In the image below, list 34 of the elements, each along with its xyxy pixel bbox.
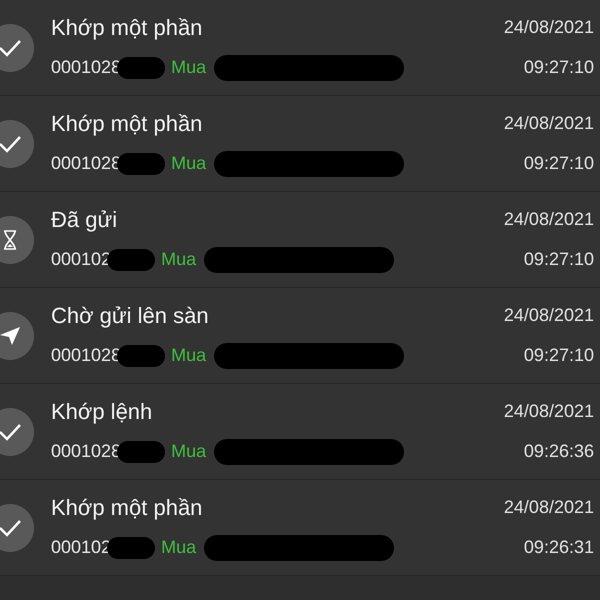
order-status: Chờ gửi lên sàn bbox=[51, 302, 209, 328]
order-status: Khớp một phần bbox=[51, 494, 202, 520]
order-date: 24/08/2021 bbox=[504, 209, 594, 230]
check-icon bbox=[0, 518, 22, 536]
check-icon bbox=[0, 38, 22, 56]
order-time: 09:26:31 bbox=[524, 537, 594, 558]
order-number: 000102 bbox=[51, 537, 112, 558]
order-status: Khớp một phần bbox=[51, 110, 202, 136]
order-date: 24/08/2021 bbox=[504, 401, 594, 422]
order-side: Mua bbox=[171, 345, 206, 366]
order-date: 24/08/2021 bbox=[504, 113, 594, 134]
order-time: 09:27:10 bbox=[524, 249, 594, 270]
order-side: Mua bbox=[171, 441, 206, 462]
send-icon bbox=[0, 326, 21, 346]
order-side: Mua bbox=[171, 57, 206, 78]
order-side: Mua bbox=[171, 153, 206, 174]
order-time: 09:27:10 bbox=[524, 153, 594, 174]
order-date: 24/08/2021 bbox=[504, 305, 594, 326]
order-side: Mua bbox=[161, 249, 196, 270]
check-icon bbox=[0, 422, 22, 440]
order-time: 09:27:10 bbox=[524, 345, 594, 366]
order-date: 24/08/2021 bbox=[504, 497, 594, 518]
order-status: Khớp lệnh bbox=[51, 398, 152, 424]
order-row[interactable]: Khớp một phần 24/08/2021 000102 Mua 09:26:31 bbox=[0, 480, 600, 576]
order-date: 24/08/2021 bbox=[504, 17, 594, 38]
order-status: Khớp một phần bbox=[51, 14, 202, 40]
order-time: 09:27:10 bbox=[524, 57, 594, 78]
order-status: Đã gửi bbox=[51, 206, 118, 232]
order-side: Mua bbox=[161, 537, 196, 558]
order-row[interactable]: Đã gửi 24/08/2021 000102 Mua 09:27:10 bbox=[0, 192, 600, 288]
order-time: 09:26:36 bbox=[524, 441, 594, 462]
check-icon bbox=[0, 134, 22, 152]
order-number: 000102 bbox=[51, 249, 112, 270]
hourglass-icon bbox=[3, 230, 17, 250]
